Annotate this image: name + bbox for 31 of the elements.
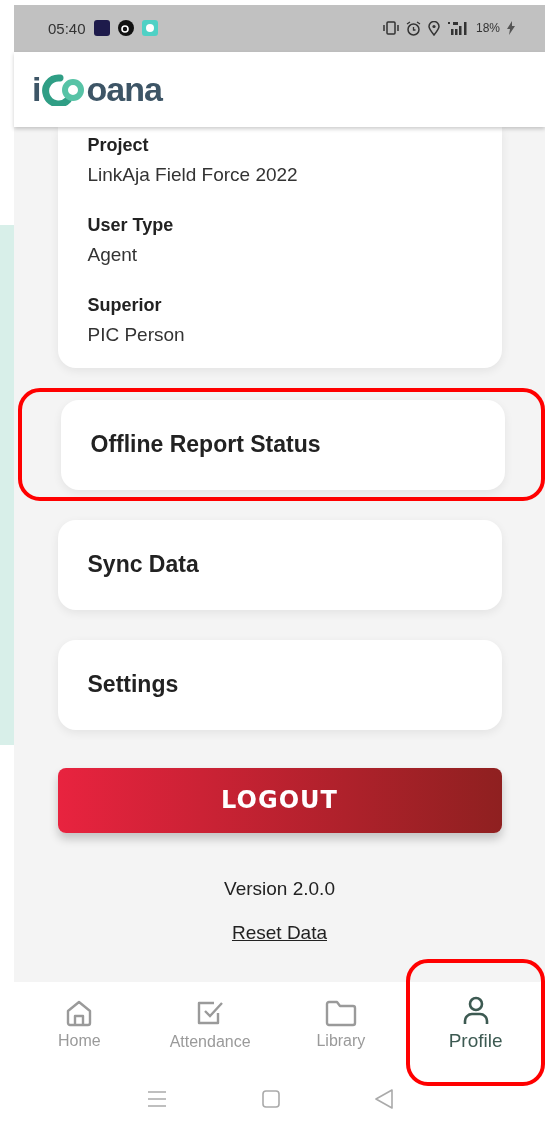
- field-label: User Type: [87, 213, 175, 237]
- version-text: Version 2.0.0: [224, 877, 335, 900]
- field-value: LinkAja Field Force 2022: [87, 162, 299, 187]
- logo-text: oana: [86, 69, 162, 109]
- app-notification-icon: [117, 20, 134, 37]
- field-label: Superior: [87, 293, 163, 317]
- nav-tab[interactable]: Profile: [410, 981, 541, 1072]
- logo-text: i: [32, 69, 41, 109]
- field-label: Project: [87, 133, 150, 157]
- status-time: 05:40: [48, 19, 86, 37]
- logout-button[interactable]: LOGOUT: [57, 767, 502, 833]
- user-icon: [461, 996, 490, 1027]
- chat-notification-icon: [141, 20, 158, 37]
- field-value: Agent: [87, 242, 139, 267]
- vibrate-icon: [382, 21, 399, 36]
- field-value: PIC Person: [87, 322, 186, 347]
- charging-icon: [507, 21, 515, 36]
- reset-data-link[interactable]: Reset Data: [231, 921, 327, 944]
- logo-swirl-icon: [40, 72, 87, 107]
- home-button-icon[interactable]: [261, 1089, 280, 1108]
- menu-item[interactable]: Sync Data: [57, 519, 502, 610]
- folder-icon: [323, 998, 358, 1029]
- menu-item[interactable]: Offline Report Status: [60, 399, 505, 490]
- location-icon: [427, 20, 440, 36]
- app-notification-icon: [93, 20, 110, 37]
- battery-level: 18%: [475, 21, 500, 36]
- menu-icon[interactable]: [146, 1089, 167, 1108]
- menu-item[interactable]: Settings: [57, 639, 502, 730]
- back-icon[interactable]: [374, 1088, 393, 1109]
- alarm-icon: [405, 20, 421, 36]
- signal-icon: [446, 21, 469, 36]
